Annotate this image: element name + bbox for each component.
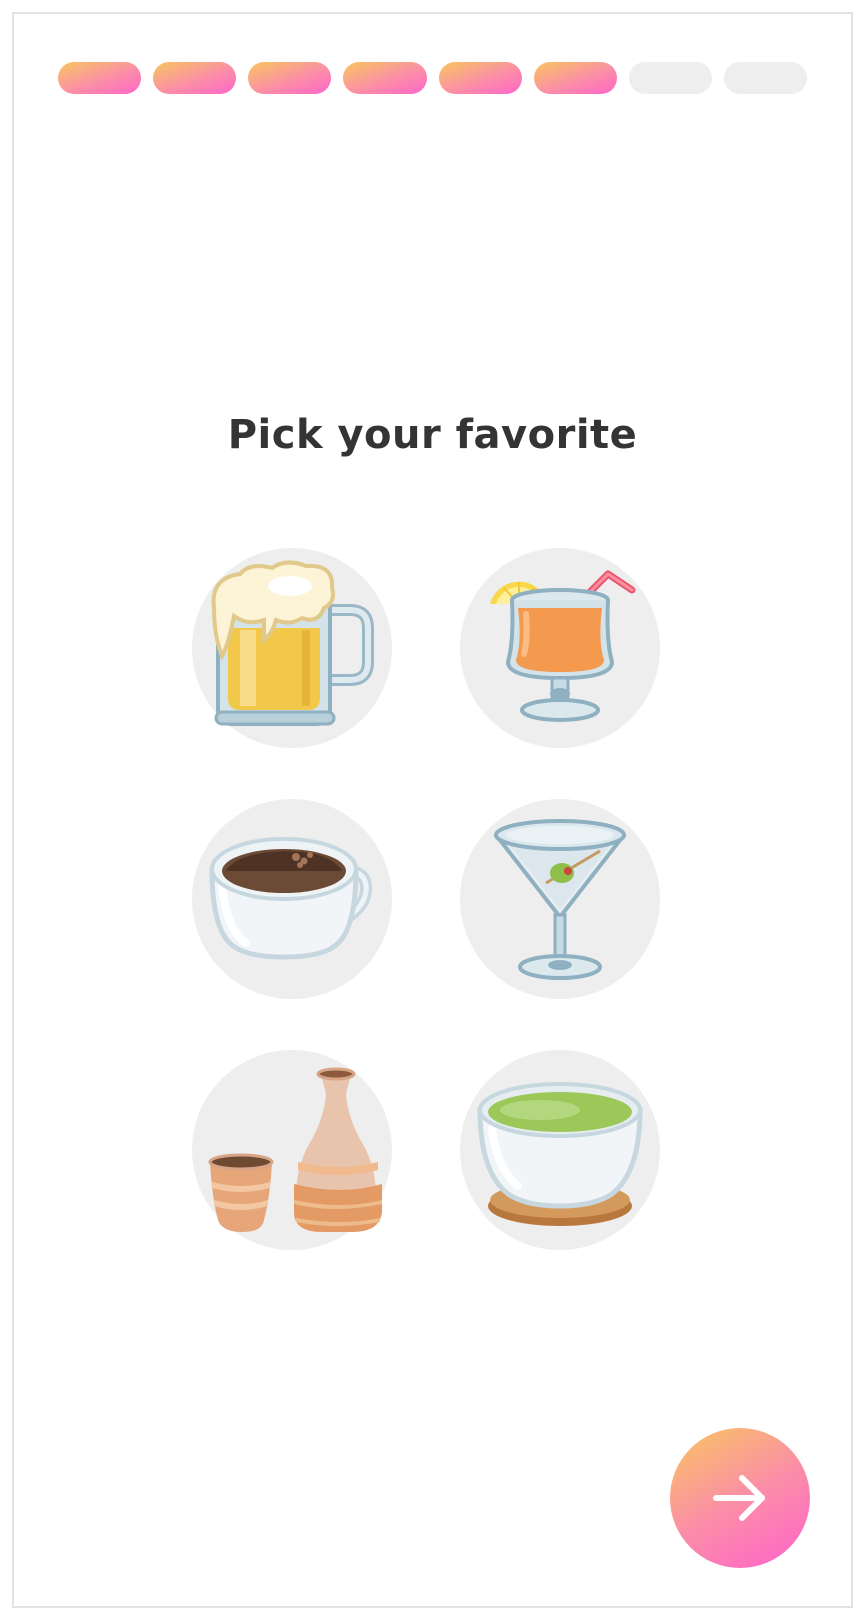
arrow-right-icon	[713, 1475, 765, 1521]
beer-mug-icon	[211, 560, 374, 726]
option-sake[interactable]	[192, 1050, 392, 1250]
progress-step-pending	[628, 62, 712, 94]
progress-step-complete	[153, 62, 237, 94]
option-martini[interactable]	[460, 799, 660, 999]
page-title: Pick your favorite	[227, 412, 638, 458]
sake-bottle-and-cup-icon	[208, 1067, 382, 1232]
option-beer[interactable]	[192, 548, 392, 748]
option-cocktail[interactable]	[460, 548, 660, 748]
matcha-tea-bowl-icon	[477, 1082, 643, 1226]
option-coffee[interactable]	[192, 799, 392, 999]
drink-options-grid	[192, 548, 660, 1250]
progress-step-complete	[248, 62, 332, 94]
coffee-cup-icon	[209, 837, 373, 960]
tropical-cocktail-icon	[490, 570, 636, 722]
progress-step-pending	[723, 62, 807, 94]
progress-step-complete	[58, 62, 142, 94]
progress-step-complete	[438, 62, 522, 94]
next-button[interactable]	[670, 1428, 810, 1568]
progress-step-complete	[533, 62, 617, 94]
progress-bar	[58, 62, 807, 94]
progress-step-complete	[343, 62, 427, 94]
option-matcha[interactable]	[460, 1050, 660, 1250]
martini-glass-icon	[494, 819, 626, 980]
